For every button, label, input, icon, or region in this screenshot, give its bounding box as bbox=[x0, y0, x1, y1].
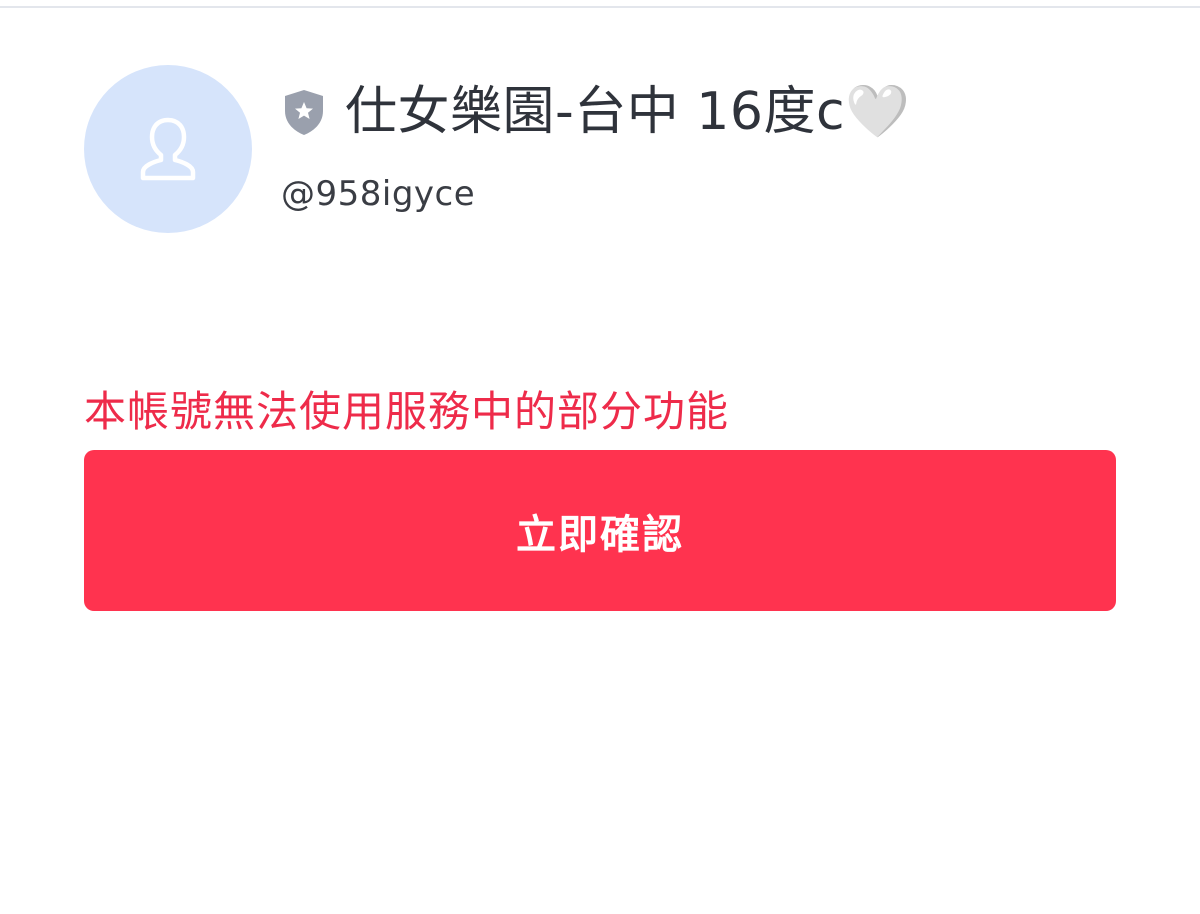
person-placeholder-icon bbox=[140, 117, 196, 181]
top-divider bbox=[0, 0, 1200, 8]
name-row: 仕女樂園-台中 16度c🤍 bbox=[281, 79, 910, 145]
restriction-notice: 本帳號無法使用服務中的部分功能 bbox=[84, 387, 730, 436]
confirm-now-button[interactable]: 立即確認 bbox=[84, 450, 1116, 611]
display-name: 仕女樂園-台中 16度c🤍 bbox=[345, 82, 911, 142]
shield-star-icon bbox=[281, 87, 327, 137]
profile-header: 仕女樂園-台中 16度c🤍 @958igyce bbox=[84, 65, 1116, 235]
user-handle: @958igyce bbox=[281, 174, 476, 214]
avatar[interactable] bbox=[84, 65, 252, 233]
